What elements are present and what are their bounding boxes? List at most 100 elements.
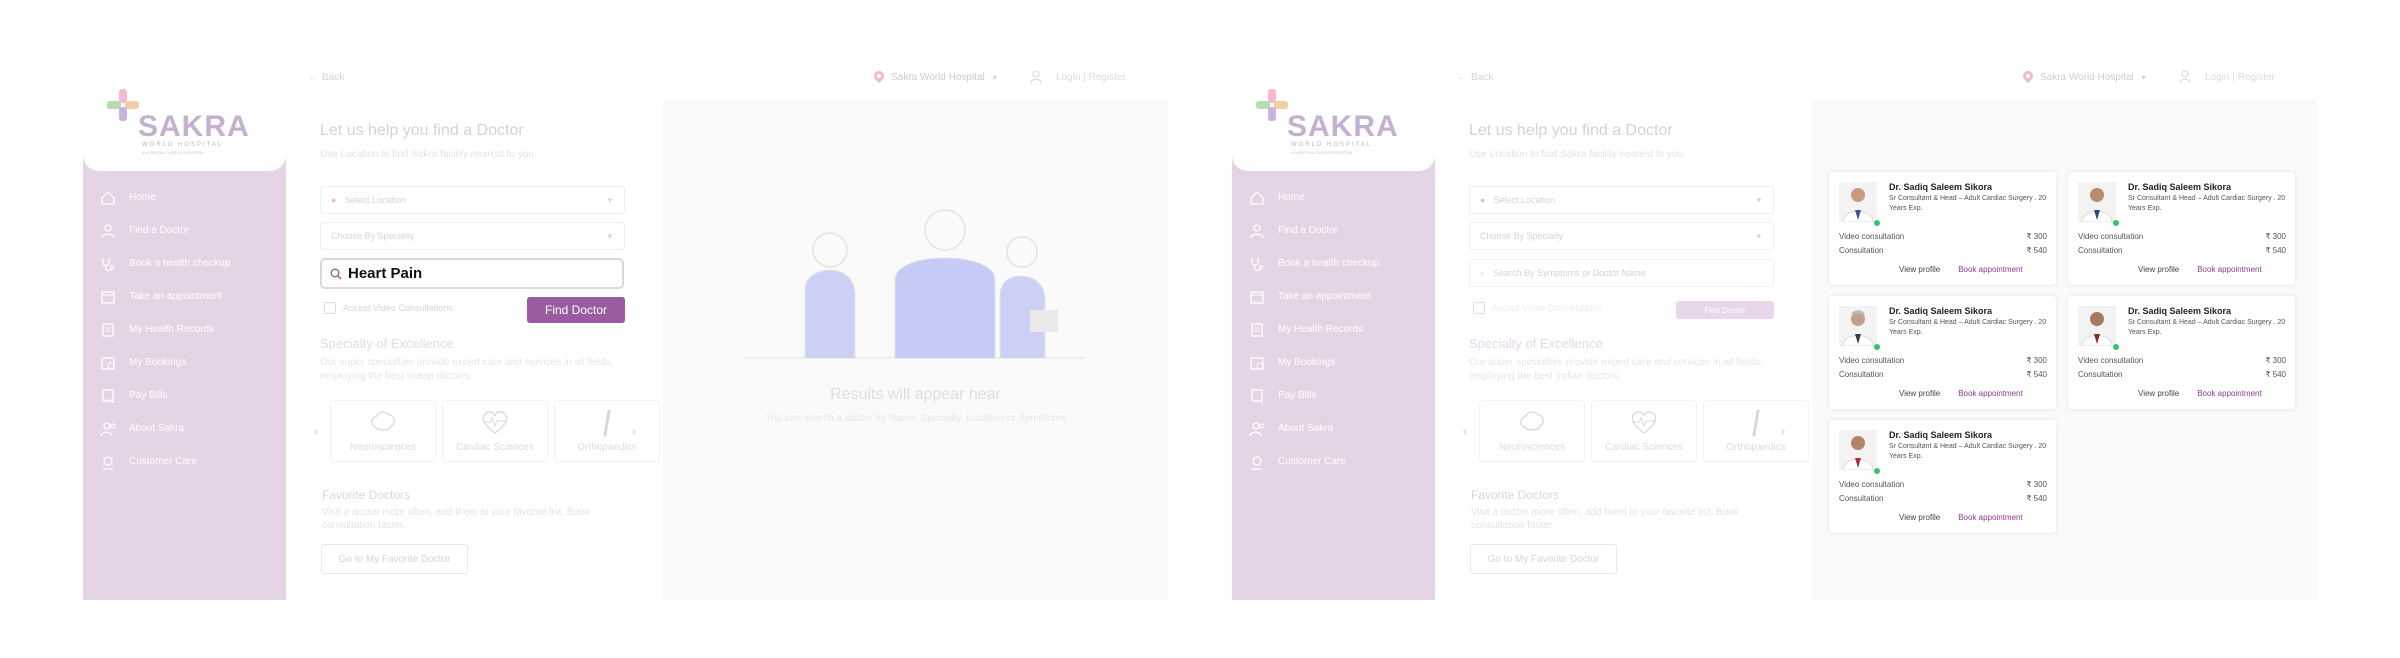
- sidebar-item-customer-care[interactable]: Customer Care: [83, 445, 286, 478]
- hospital-select[interactable]: Sakra World Hospital ▾: [2022, 70, 2146, 84]
- consult-fee-row: Consultation ₹ 540: [1839, 370, 2047, 379]
- sidebar-item-appointment[interactable]: Take an appointment: [83, 280, 286, 313]
- symptom-search-input[interactable]: Heart Pain: [320, 258, 624, 289]
- doctor-icon: [1248, 222, 1266, 240]
- doctor-card[interactable]: Dr. Sadiq Saleem Sikora Sr Consultant & …: [2068, 296, 2295, 409]
- online-status-indicator: [1874, 220, 1880, 226]
- specialty-card-ortho[interactable]: Orthopaedics: [1703, 400, 1809, 462]
- results-subtitle: You can search a doctor by Name, Special…: [765, 413, 1066, 424]
- specialty-select[interactable]: Choose By Specialty ▾: [1469, 222, 1774, 250]
- sidebar-item-about[interactable]: About Sakra: [1232, 412, 1435, 445]
- find-doctor-button[interactable]: Find Doctor: [527, 297, 625, 323]
- sidebar-item-health-records[interactable]: My Health Records: [1232, 313, 1435, 346]
- brand-tagline: A HOSPITAL CARE ECOSYSTEM: [1291, 150, 1353, 155]
- doctor-card[interactable]: Dr. Sadiq Saleem Sikora Sr Consultant & …: [1829, 172, 2056, 285]
- doctor-role: Sr Consultant & Head – Adult Cardiac Sur…: [1889, 319, 2047, 336]
- location-select[interactable]: ● Select Location ▾: [320, 186, 625, 214]
- sidebar-item-home[interactable]: Home: [1232, 181, 1435, 214]
- sidebar-item-pay-bills[interactable]: Pay Bills: [83, 379, 286, 412]
- doctor-name: Dr. Sadiq Saleem Sikora: [1889, 430, 1993, 440]
- page-title: Let us help you find a Doctor: [320, 122, 524, 139]
- chevron-down-icon: ▾: [1756, 195, 1761, 205]
- doctor-card[interactable]: Dr. Sadiq Saleem Sikora Sr Consultant & …: [1829, 296, 2056, 409]
- sidebar-item-pay-bills[interactable]: Pay Bills: [1232, 379, 1435, 412]
- location-select[interactable]: ● Select Location ▾: [1469, 186, 1774, 214]
- sidebar-item-label: My Health Records: [129, 324, 215, 335]
- chevron-right-icon[interactable]: ›: [1781, 424, 1785, 438]
- doctor-card[interactable]: Dr. Sadiq Saleem Sikora Sr Consultant & …: [2068, 172, 2295, 285]
- view-profile-link[interactable]: View profile: [1899, 389, 1940, 398]
- sidebar-item-health-checkup[interactable]: Book a health checkup: [83, 247, 286, 280]
- chevron-left-icon[interactable]: ‹: [1463, 424, 1467, 438]
- symptom-search-input[interactable]: ⌕ Search By Symptoms or Doctor Name: [1469, 259, 1774, 287]
- doctor-role: Sr Consultant & Head – Adult Cardiac Sur…: [1889, 195, 2047, 212]
- sidebar-item-label: Home: [1278, 192, 1305, 203]
- online-status-indicator: [1874, 468, 1880, 474]
- checkbox-box[interactable]: [1473, 302, 1485, 314]
- doctor-avatar: [2078, 182, 2116, 222]
- specialty-card-cardiac[interactable]: Cardiac Sciences: [442, 400, 548, 462]
- hospital-select[interactable]: Sakra World Hospital ▾: [873, 70, 997, 84]
- view-profile-link[interactable]: View profile: [1899, 513, 1940, 522]
- sidebar-item-bookings[interactable]: My Bookings: [1232, 346, 1435, 379]
- book-appointment-link[interactable]: Book appointment: [2197, 389, 2262, 398]
- sidebar-item-find-doctor[interactable]: Find a Doctor: [83, 214, 286, 247]
- doctor-card[interactable]: Dr. Sadiq Saleem Sikora Sr Consultant & …: [1829, 420, 2056, 533]
- favorite-doctor-button[interactable]: Go to My Favorite Doctor: [1470, 544, 1617, 574]
- page-subtitle: Use Location to find Sakra facility near…: [320, 149, 535, 160]
- specialty-heading: Specialty of Excellence: [1469, 336, 1603, 351]
- chevron-down-icon: ▾: [607, 231, 612, 241]
- view-profile-link[interactable]: View profile: [2138, 265, 2179, 274]
- chevron-down-icon: ▾: [1756, 231, 1761, 241]
- book-appointment-link[interactable]: Book appointment: [1958, 265, 2023, 274]
- brand-name: SAKRA: [138, 110, 250, 143]
- support-icon: [1248, 453, 1266, 471]
- sidebar-item-label: Take an appointment: [129, 291, 222, 302]
- sidebar-item-find-doctor[interactable]: Find a Doctor: [1232, 214, 1435, 247]
- heart-pulse-icon: [1631, 411, 1657, 434]
- doctor-role: Sr Consultant & Head – Adult Cardiac Sur…: [1889, 443, 2047, 460]
- specialty-card-ortho[interactable]: Orthopaedics: [554, 400, 660, 462]
- favorite-doctor-button[interactable]: Go to My Favorite Doctor: [321, 544, 468, 574]
- book-appointment-link[interactable]: Book appointment: [1958, 389, 2023, 398]
- sidebar-item-health-checkup[interactable]: Book a health checkup: [1232, 247, 1435, 280]
- sidebar-item-bookings[interactable]: My Bookings: [83, 346, 286, 379]
- sidebar-item-customer-care[interactable]: Customer Care: [1232, 445, 1435, 478]
- doctor-role: Sr Consultant & Head – Adult Cardiac Sur…: [2128, 319, 2286, 336]
- doctor-avatar: [1839, 306, 1877, 346]
- location-pin-icon: [2023, 71, 2033, 83]
- chevron-right-icon[interactable]: ›: [632, 424, 636, 438]
- sidebar-item-appointment[interactable]: Take an appointment: [1232, 280, 1435, 313]
- specialty-select[interactable]: Choose By Specialty ▾: [320, 222, 625, 250]
- sidebar-item-health-records[interactable]: My Health Records: [83, 313, 286, 346]
- sidebar: SAKRA WORLD HOSPITAL A HOSPITAL CARE ECO…: [83, 65, 286, 600]
- video-consultation-checkbox[interactable]: Accept Video Consultations: [1473, 302, 1602, 314]
- logo[interactable]: SAKRA WORLD HOSPITAL A HOSPITAL CARE ECO…: [1232, 65, 1435, 171]
- page-title: Let us help you find a Doctor: [1469, 122, 1673, 139]
- login-register-link[interactable]: Login | Register: [2179, 70, 2275, 84]
- sidebar-item-home[interactable]: Home: [83, 181, 286, 214]
- view-profile-link[interactable]: View profile: [2138, 389, 2179, 398]
- calendar-icon: [99, 288, 117, 306]
- login-register-link[interactable]: Login | Register: [1030, 70, 1126, 84]
- brand-subtitle: WORLD HOSPITAL: [1291, 142, 1373, 148]
- specialty-card-cardiac[interactable]: Cardiac Sciences: [1591, 400, 1697, 462]
- sidebar-item-about[interactable]: About Sakra: [83, 412, 286, 445]
- video-consultation-checkbox[interactable]: Accept Video Consultations: [324, 302, 453, 314]
- find-doctor-button[interactable]: Find Doctor: [1676, 301, 1774, 319]
- chevron-down-icon: ▾: [992, 72, 997, 82]
- book-appointment-link[interactable]: Book appointment: [1958, 513, 2023, 522]
- support-icon: [99, 453, 117, 471]
- back-link[interactable]: ← Back: [1457, 72, 1493, 83]
- view-profile-link[interactable]: View profile: [1899, 265, 1940, 274]
- book-appointment-link[interactable]: Book appointment: [2197, 265, 2262, 274]
- chevron-down-icon: ▾: [2141, 72, 2146, 82]
- logo[interactable]: SAKRA WORLD HOSPITAL A HOSPITAL CARE ECO…: [83, 65, 286, 171]
- chevron-left-icon[interactable]: ‹: [314, 424, 318, 438]
- specialty-card-neuro[interactable]: Neurosciences: [1479, 400, 1585, 462]
- sidebar-item-label: Book a health checkup: [1278, 258, 1380, 269]
- back-link[interactable]: ← Back: [308, 72, 344, 83]
- specialty-card-neuro[interactable]: Neurosciences: [330, 400, 436, 462]
- checkbox-box[interactable]: [324, 302, 336, 314]
- sidebar-item-label: About Sakra: [1278, 423, 1334, 434]
